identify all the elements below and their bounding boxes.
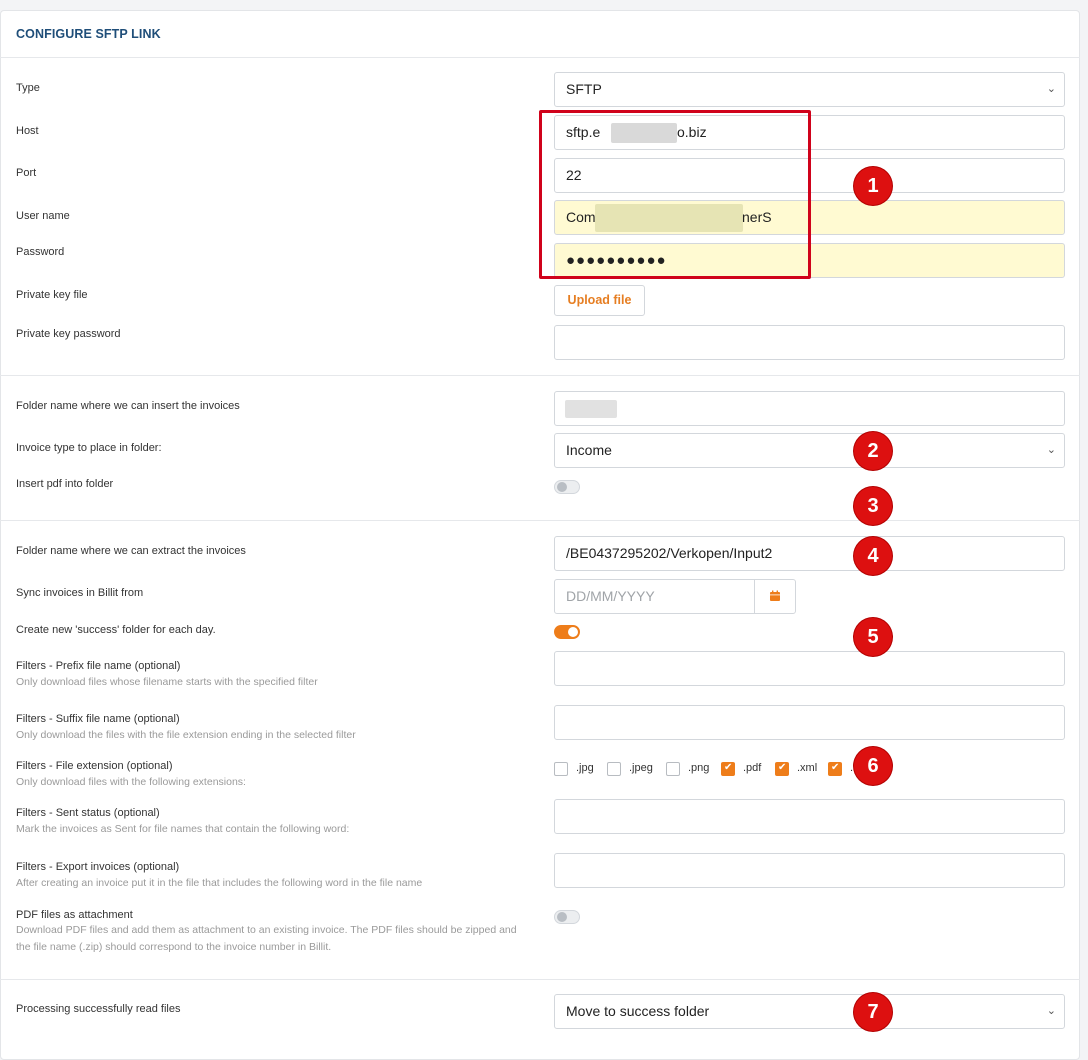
insert-pdf-label: Insert pdf into folder	[16, 478, 114, 490]
calendar-icon	[770, 590, 780, 601]
sent-status-description: Mark the invoices as Sent for file names…	[16, 823, 350, 835]
annotation-badge-2: 2	[854, 432, 892, 470]
sent-status-input[interactable]	[554, 799, 1065, 834]
processing-value: Move to success folder	[566, 1003, 710, 1019]
port-value: 22	[566, 167, 582, 183]
checkbox-label: .jpg	[576, 762, 594, 774]
redacted-blur	[595, 204, 743, 232]
annotation-badge-1: 1	[854, 167, 892, 205]
prefix-description: Only download files whose filename start…	[16, 676, 318, 688]
export-description: After creating an invoice put it in the …	[16, 877, 423, 889]
annotation-badge-3: 3	[854, 487, 892, 525]
redacted-blur	[611, 123, 677, 143]
insert-folder-input[interactable]	[554, 391, 1065, 426]
annotation-badge-4: 4	[854, 537, 892, 575]
checkbox-xml[interactable]	[775, 762, 789, 776]
annotation-badge-6: 6	[854, 747, 892, 785]
checkbox-png[interactable]	[666, 762, 680, 776]
host-value-end: o.biz	[677, 124, 707, 140]
calendar-button[interactable]	[754, 580, 795, 613]
username-label: User name	[16, 210, 70, 222]
section-divider	[0, 375, 1080, 376]
success-folder-label: Create new 'success' folder for each day…	[16, 624, 216, 636]
page-title: CONFIGURE SFTP LINK	[16, 27, 161, 41]
host-input[interactable]: sftp.e o.biz	[554, 115, 1065, 150]
port-label: Port	[16, 167, 37, 179]
processing-label: Processing successfully read files	[16, 1003, 181, 1015]
toggle-knob	[568, 627, 578, 637]
checkbox-label: .pdf	[743, 762, 762, 774]
checkbox-pdf[interactable]	[721, 762, 735, 776]
toggle-knob	[557, 482, 567, 492]
insert-folder-label: Folder name where we can insert the invo…	[16, 400, 240, 412]
invoice-type-select[interactable]: Income ⌄	[554, 433, 1065, 468]
pdf-attachment-label: PDF files as attachment	[16, 909, 133, 921]
type-select[interactable]: SFTP ⌄	[554, 72, 1065, 107]
redacted-blur	[565, 400, 617, 418]
section-divider	[0, 979, 1080, 980]
checkbox-jpeg[interactable]	[607, 762, 621, 776]
extension-description: Only download files with the following e…	[16, 776, 246, 788]
checkbox-label: .png	[688, 762, 710, 774]
export-label: Filters - Export invoices (optional)	[16, 861, 180, 873]
insert-pdf-toggle[interactable]	[554, 480, 580, 494]
extension-label: Filters - File extension (optional)	[16, 760, 173, 772]
sync-date-placeholder: DD/MM/YYYY	[566, 588, 655, 604]
checkbox-label: .xml	[797, 762, 818, 774]
private-key-password-input[interactable]	[554, 325, 1065, 360]
extract-folder-value: /BE0437295202/Verkopen/Input2	[566, 545, 773, 561]
chevron-down-icon: ⌄	[1046, 444, 1056, 456]
username-input[interactable]: Com nerS	[554, 200, 1065, 235]
extract-folder-label: Folder name where we can extract the inv…	[16, 545, 246, 557]
invoice-type-label: Invoice type to place in folder:	[16, 442, 162, 454]
checkbox-label: .jpeg	[629, 762, 653, 774]
pdf-attachment-description: Download PDF files and add them as attac…	[16, 924, 517, 953]
header-divider	[0, 57, 1080, 58]
extension-checkbox-group: .jpg .jpeg .png .pdf .xml .	[554, 761, 874, 777]
toggle-knob	[557, 912, 567, 922]
sync-label: Sync invoices in Billit from	[16, 587, 144, 599]
host-value-start: sftp.e	[566, 124, 601, 140]
annotation-badge-5: 5	[854, 618, 892, 656]
invoice-type-value: Income	[566, 442, 612, 458]
sync-date-input[interactable]: DD/MM/YYYY	[554, 579, 796, 614]
chevron-down-icon: ⌄	[1046, 83, 1056, 95]
private-key-label: Private key file	[16, 289, 88, 301]
suffix-input[interactable]	[554, 705, 1065, 740]
upload-file-button[interactable]: Upload file	[554, 285, 645, 316]
checkbox-other[interactable]	[828, 762, 842, 776]
chevron-down-icon: ⌄	[1046, 1005, 1056, 1017]
success-folder-toggle[interactable]	[554, 625, 580, 639]
export-input[interactable]	[554, 853, 1065, 888]
port-input[interactable]: 22	[554, 158, 1065, 193]
sent-status-label: Filters - Sent status (optional)	[16, 807, 160, 819]
suffix-description: Only download the files with the file ex…	[16, 729, 356, 741]
annotation-badge-7: 7	[854, 993, 892, 1031]
checkbox-label: .	[850, 762, 854, 774]
extract-folder-input[interactable]: /BE0437295202/Verkopen/Input2	[554, 536, 1065, 571]
username-value-end: nerS	[742, 209, 772, 225]
pdf-attachment-toggle[interactable]	[554, 910, 580, 924]
type-select-value: SFTP	[566, 81, 602, 97]
section-divider	[0, 520, 1080, 521]
password-label: Password	[16, 246, 65, 258]
password-input[interactable]: ●●●●●●●●●●	[554, 243, 1065, 278]
host-label: Host	[16, 125, 39, 137]
checkbox-jpg[interactable]	[554, 762, 568, 776]
prefix-input[interactable]	[554, 651, 1065, 686]
processing-select[interactable]: Move to success folder ⌄	[554, 994, 1065, 1029]
suffix-label: Filters - Suffix file name (optional)	[16, 713, 180, 725]
username-value-start: Com	[566, 209, 596, 225]
private-key-password-label: Private key password	[16, 328, 121, 340]
password-value: ●●●●●●●●●●	[566, 252, 667, 269]
prefix-label: Filters - Prefix file name (optional)	[16, 660, 181, 672]
type-label: Type	[16, 82, 40, 94]
